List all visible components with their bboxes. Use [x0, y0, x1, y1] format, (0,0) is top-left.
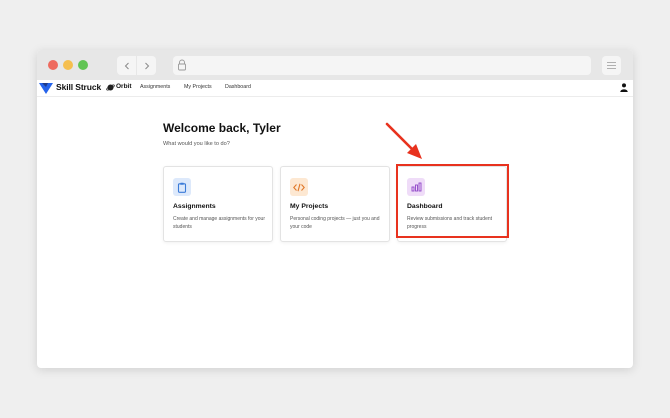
user-icon[interactable] [620, 83, 628, 92]
minimize-window-button[interactable] [63, 60, 73, 70]
browser-window: Skill Struck Orbit Assignments My Projec… [37, 50, 633, 368]
orbit-icon [106, 84, 115, 91]
lock-icon [178, 59, 186, 71]
browser-menu-button[interactable] [602, 56, 621, 75]
chevron-left-icon [124, 62, 129, 69]
page-subtitle: What would you like to do? [163, 141, 230, 147]
browser-titlebar [37, 50, 633, 80]
page-title: Welcome back, Tyler [163, 121, 281, 135]
dashboard-highlight-box [396, 164, 509, 238]
back-button[interactable] [117, 56, 136, 75]
nav-link-assignments[interactable]: Assignments [140, 84, 170, 90]
my-projects-card[interactable]: My Projects Personal coding projects — j… [280, 166, 390, 242]
maximize-window-button[interactable] [78, 60, 88, 70]
close-window-button[interactable] [48, 60, 58, 70]
nav-link-my-projects[interactable]: My Projects [184, 84, 212, 90]
clipboard-icon [173, 178, 191, 196]
forward-button[interactable] [137, 56, 156, 75]
card-description: Personal coding projects — just you and … [290, 216, 380, 230]
chevron-right-icon [144, 62, 149, 69]
assignments-card[interactable]: Assignments Create and manage assignment… [163, 166, 273, 242]
nav-link-dashboard[interactable]: Dashboard [225, 84, 251, 90]
hamburger-icon [607, 62, 616, 69]
red-arrow-annotation [385, 122, 422, 159]
card-title: Assignments [173, 203, 216, 210]
code-icon [290, 178, 308, 196]
app-header: Skill Struck Orbit Assignments My Projec… [37, 80, 633, 97]
card-description: Create and manage assignments for your s… [173, 216, 265, 230]
address-bar[interactable] [173, 56, 591, 75]
skill-struck-logo-icon[interactable] [39, 83, 53, 94]
card-title: My Projects [290, 203, 329, 210]
brand-name: Skill Struck [56, 82, 102, 92]
orbit-product-label[interactable]: Orbit [116, 83, 132, 90]
